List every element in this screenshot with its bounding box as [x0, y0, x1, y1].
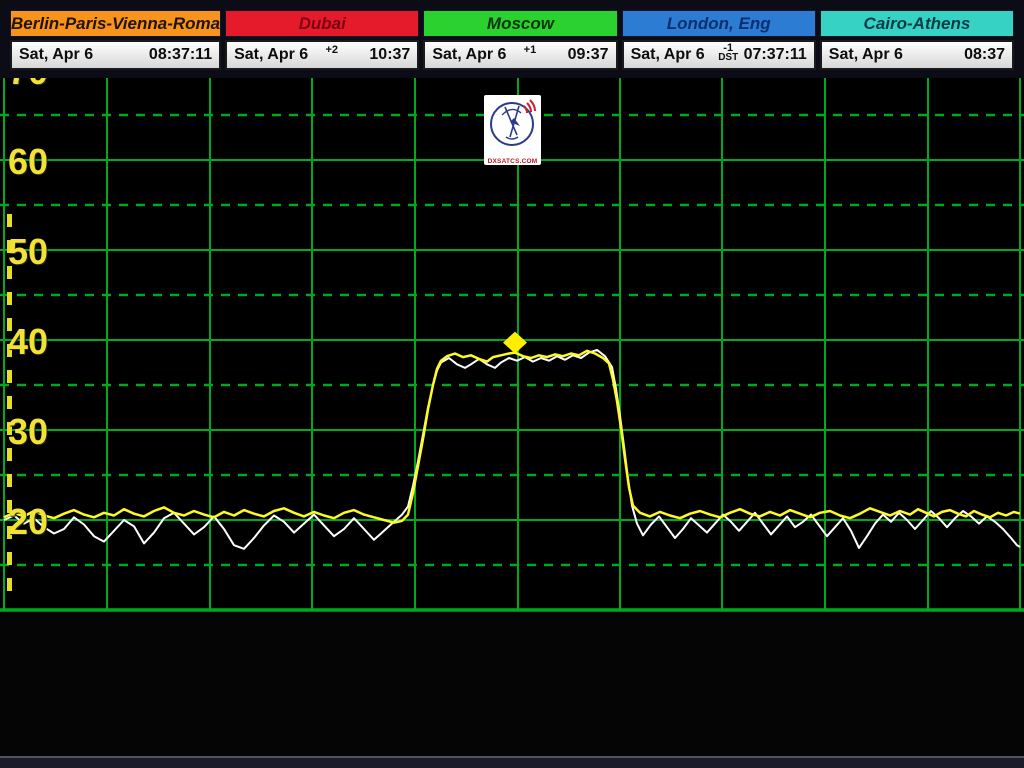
- readout-panel: SP 500KHz 9 kHzW 11689.042 MHz. Pwr 49.4…: [0, 612, 1024, 756]
- clock-panel-2: Dubai Sat, Apr 6 +2 10:37: [225, 10, 419, 78]
- y-axis-label-30: 30: [8, 414, 78, 450]
- clock-datetime-row: Sat, Apr 6 +2 10:37: [225, 40, 419, 70]
- live-trace: [4, 351, 1020, 523]
- clock-date: Sat, Apr 6: [631, 46, 705, 64]
- clock-time: 10:37: [369, 46, 410, 64]
- clock-panel-1: Berlin-Paris-Vienna-Roma Sat, Apr 6 08:37:…: [10, 10, 221, 78]
- dxsatcs-logo: DXSATCS.COM: [484, 95, 541, 165]
- clock-panel-4: London, Eng Sat, Apr 6 -1DST 07:37:11: [622, 10, 816, 78]
- clock-time: 09:37: [568, 46, 609, 64]
- y-axis-label-60: 60: [8, 144, 78, 180]
- logo-text: DXSATCS.COM: [484, 158, 541, 166]
- clock-panel-5: Cairo-Athens Sat, Apr 6 08:37: [820, 10, 1014, 78]
- satellite-dish-icon: [484, 95, 541, 153]
- world-clock-bar: Berlin-Paris-Vienna-Roma Sat, Apr 6 08:37:…: [0, 0, 1024, 78]
- clock-date: Sat, Apr 6: [829, 46, 903, 64]
- y-axis-label-40: 40: [8, 324, 78, 360]
- clock-date: Sat, Apr 6: [19, 46, 93, 64]
- spectrum-chart: 706050403020 DXSATCS.COM: [0, 70, 1024, 612]
- clock-datetime-row: Sat, Apr 6 -1DST 07:37:11: [622, 40, 816, 70]
- clock-date: Sat, Apr 6: [234, 46, 308, 64]
- clock-time: 08:37:11: [149, 46, 212, 64]
- clock-city-label: Cairo-Athens: [820, 10, 1014, 37]
- clock-city-label: London, Eng: [622, 10, 816, 37]
- clock-time: 07:37:11: [744, 46, 807, 64]
- peak-marker-diamond: [503, 332, 527, 354]
- bottom-bezel-strip: [0, 756, 1024, 768]
- utc-offset: +2: [325, 45, 338, 55]
- clock-datetime-row: Sat, Apr 6 +1 09:37: [423, 40, 617, 70]
- left-band-marker: [7, 214, 12, 601]
- clock-date: Sat, Apr 6: [432, 46, 506, 64]
- y-axis-label-50: 50: [8, 234, 78, 270]
- clock-datetime-row: Sat, Apr 6 08:37:11: [10, 40, 221, 70]
- clock-city-label: Moscow: [423, 10, 617, 37]
- y-axis-label-20: 20: [8, 504, 78, 540]
- reference-trace: [4, 350, 1020, 549]
- clock-datetime-row: Sat, Apr 6 08:37: [820, 40, 1014, 70]
- clock-city-label: Berlin-Paris-Vienna-Roma: [10, 10, 221, 37]
- clock-time: 08:37: [964, 46, 1005, 64]
- clock-panel-3: Moscow Sat, Apr 6 +1 09:37: [423, 10, 617, 78]
- spectrum-analyzer-screen: Berlin-Paris-Vienna-Roma Sat, Apr 6 08:37:…: [0, 0, 1024, 768]
- utc-offset: +1: [524, 45, 537, 55]
- utc-offset: -1DST: [718, 43, 738, 62]
- clock-city-label: Dubai: [225, 10, 419, 37]
